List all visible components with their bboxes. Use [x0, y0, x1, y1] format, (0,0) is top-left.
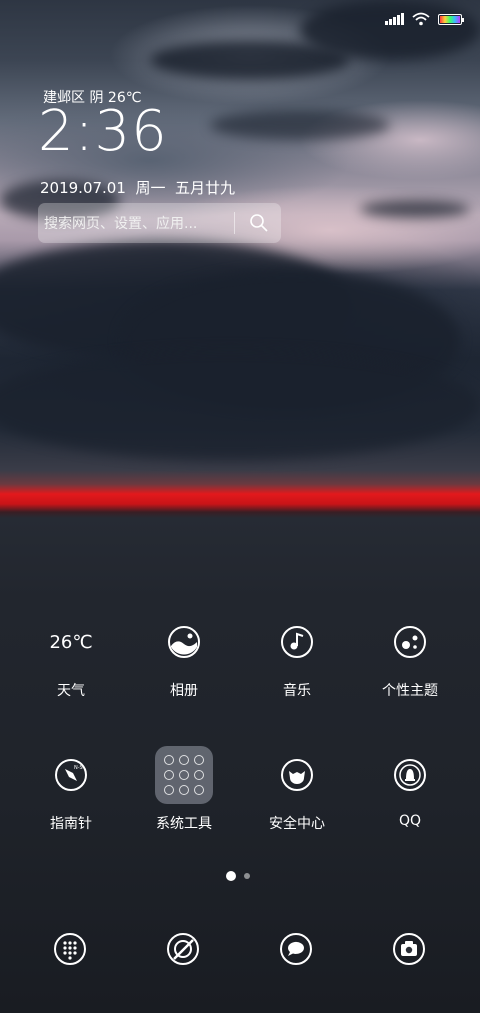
app-label: 相册: [170, 683, 198, 699]
dock-camera[interactable]: [389, 929, 429, 969]
svg-text:N-S: N-S: [74, 765, 83, 771]
date-label: 2019.07.01: [40, 179, 126, 197]
music-icon: [267, 612, 327, 672]
app-compass[interactable]: N-S 指南针: [16, 745, 126, 833]
app-label: 指南针: [50, 816, 92, 832]
app-label: QQ: [398, 813, 422, 829]
wifi-icon: [412, 12, 430, 26]
lunar-date-label: 五月廿九: [175, 179, 236, 197]
app-themes[interactable]: 个性主题: [355, 612, 465, 700]
app-music[interactable]: 音乐: [242, 612, 352, 700]
weekday-label: 周一: [135, 179, 166, 197]
search-icon[interactable]: [245, 209, 273, 237]
app-weather[interactable]: 26℃ 天气: [16, 612, 126, 700]
battery-icon: [438, 13, 464, 25]
clock-time[interactable]: 2:36: [38, 100, 168, 164]
date-line: 2019.07.01 周一 五月廿九: [40, 177, 235, 198]
app-label: 天气: [57, 683, 85, 699]
app-label: 音乐: [283, 683, 311, 699]
status-bar: [385, 12, 464, 26]
page-dot-active[interactable]: [226, 871, 236, 881]
app-qq[interactable]: QQ: [355, 745, 465, 829]
app-gallery[interactable]: 相册: [129, 612, 239, 700]
messages-icon: [280, 933, 312, 965]
gallery-icon: [154, 612, 214, 672]
weather-icon-temperature: 26℃: [49, 631, 93, 653]
browser-icon: [167, 933, 199, 965]
app-label: 安全中心: [269, 816, 325, 832]
search-divider: [234, 212, 235, 234]
weather-icon: 26℃: [41, 612, 101, 672]
search-placeholder[interactable]: 搜索网页、设置、应用...: [44, 213, 230, 233]
search-bar[interactable]: 搜索网页、设置、应用...: [38, 203, 281, 243]
app-label: 个性主题: [382, 683, 438, 699]
signal-icon: [385, 13, 404, 25]
app-security[interactable]: 安全中心: [242, 745, 352, 833]
dock-browser[interactable]: [163, 929, 203, 969]
security-icon: [267, 745, 327, 805]
compass-icon: N-S: [41, 745, 101, 805]
app-system-tools-folder[interactable]: 系统工具: [129, 745, 239, 833]
app-label: 系统工具: [156, 816, 212, 832]
dock-dialer[interactable]: [50, 929, 90, 969]
themes-icon: [380, 612, 440, 672]
dock-messages[interactable]: [276, 929, 316, 969]
page-indicator: [226, 871, 250, 881]
dialer-icon: [54, 933, 86, 965]
qq-icon: [380, 745, 440, 805]
page-dot[interactable]: [244, 873, 250, 879]
folder-icon: [154, 745, 214, 805]
camera-icon: [393, 933, 425, 965]
